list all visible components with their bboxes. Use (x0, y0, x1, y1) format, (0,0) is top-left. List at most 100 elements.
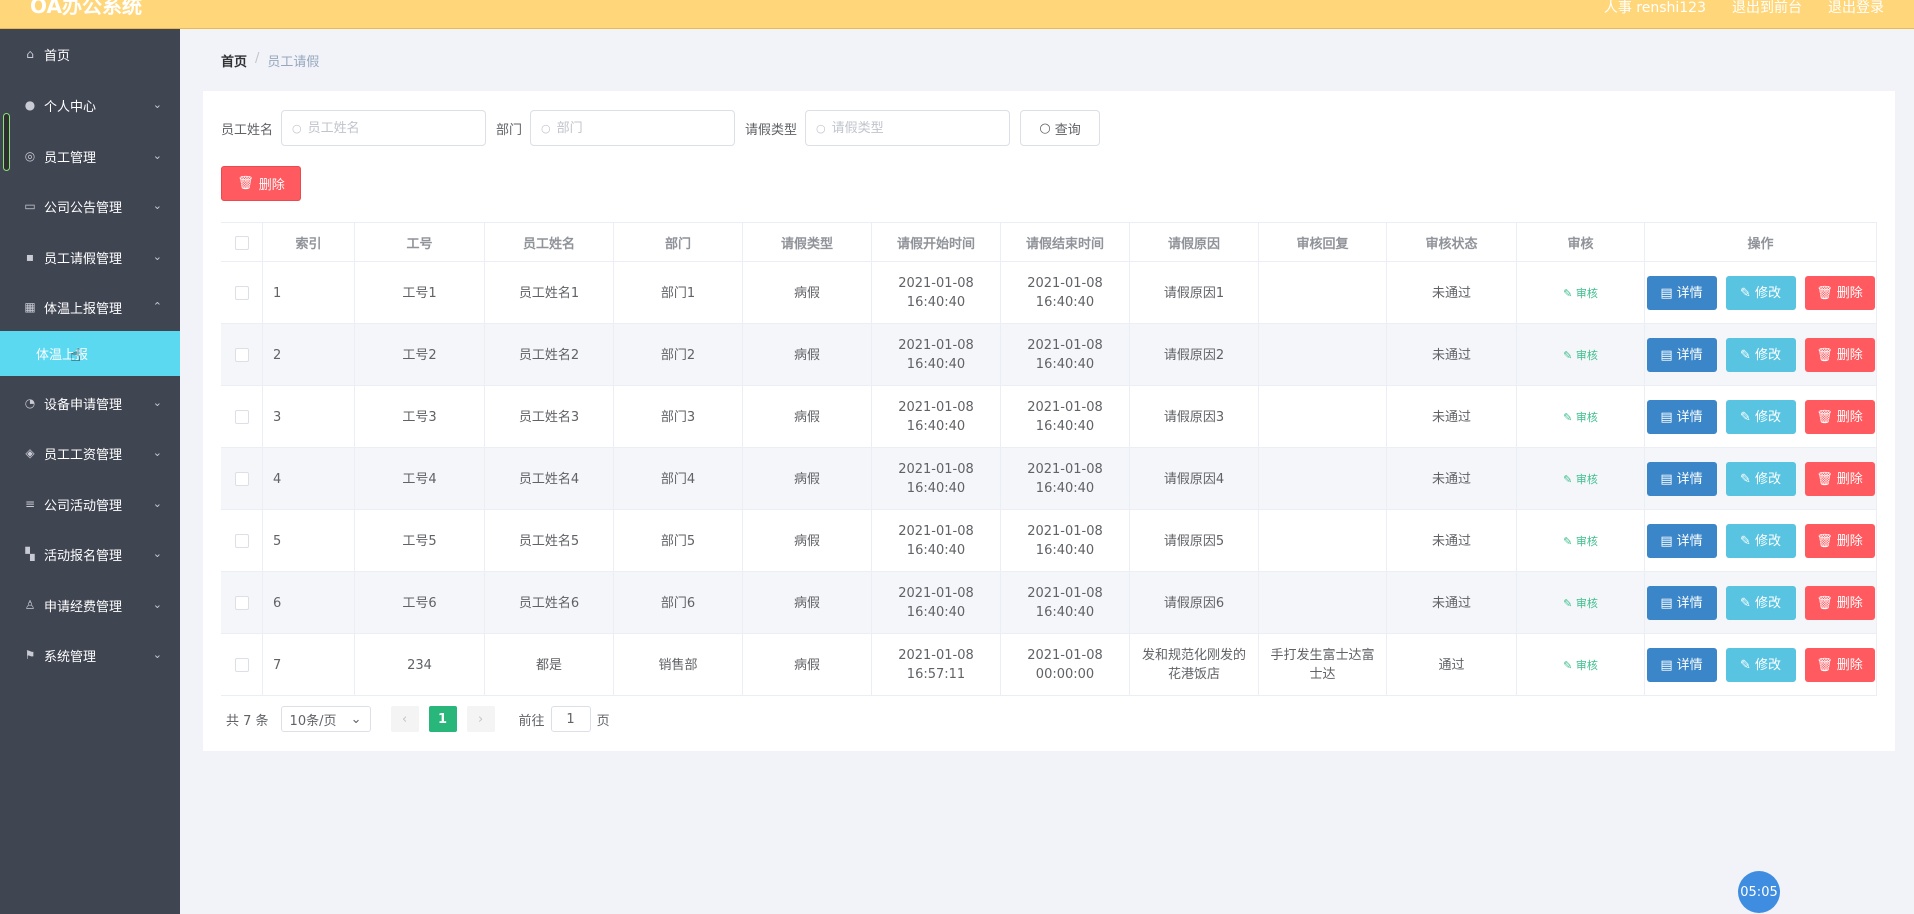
edit-button[interactable]: ✎ 修改 (1725, 338, 1796, 372)
audit-link[interactable]: ✎ 审核 (1563, 656, 1598, 675)
page-number-current[interactable]: 1 (428, 706, 457, 732)
floating-timer[interactable]: 05:05 (1738, 871, 1780, 913)
edit-button[interactable]: ✎ 修改 (1725, 524, 1796, 558)
audit-link[interactable]: ✎ 审核 (1563, 284, 1598, 303)
edit-button[interactable]: ✎ 修改 (1725, 462, 1796, 496)
sidebar-item-leave-mgmt[interactable]: ▪ 员工请假管理 ⌄ (0, 232, 180, 282)
detail-button[interactable]: ▤ 详情 (1646, 276, 1717, 310)
back-to-frontend-link[interactable]: 退出到前台 (1732, 0, 1802, 17)
audit-link[interactable]: ✎ 审核 (1563, 408, 1598, 427)
sidebar-item-system-mgmt[interactable]: ⚑ 系统管理 ⌄ (0, 630, 180, 680)
detail-button[interactable]: ▤ 详情 (1646, 524, 1717, 558)
cell-reply (1259, 448, 1387, 510)
edit-button[interactable]: ✎ 修改 (1725, 586, 1796, 620)
row-checkbox[interactable] (234, 410, 249, 424)
cell-id: 工号6 (355, 572, 485, 634)
sidebar-item-activity-mgmt[interactable]: ≡ 公司活动管理 ⌄ (0, 479, 180, 529)
next-page-button[interactable]: › (466, 706, 495, 732)
edit-label: 修改 (1754, 533, 1781, 549)
cell-name: 都是 (485, 634, 614, 696)
leave-type-label: 请假类型 (745, 122, 798, 138)
edit-button[interactable]: ✎ 修改 (1725, 648, 1796, 682)
column-header: 索引 (263, 223, 355, 262)
select-all-checkbox[interactable] (234, 235, 249, 250)
delete-button[interactable]: 🗑 删除 (1804, 338, 1875, 372)
prev-page-button[interactable]: ‹ (390, 706, 419, 732)
name-search-field[interactable]: ○ (281, 110, 487, 146)
column-header: 审核回复 (1259, 223, 1387, 262)
audit-link[interactable]: ✎ 审核 (1563, 346, 1598, 365)
delete-button[interactable]: 🗑 删除 (1804, 462, 1875, 496)
row-select-cell[interactable] (221, 634, 263, 696)
cell-id: 工号4 (355, 448, 485, 510)
leave-type-search-input[interactable] (831, 120, 992, 136)
row-checkbox[interactable] (234, 658, 249, 672)
detail-button[interactable]: ▤ 详情 (1646, 462, 1717, 496)
row-checkbox[interactable] (234, 286, 249, 300)
edit-button[interactable]: ✎ 修改 (1725, 400, 1796, 434)
row-checkbox[interactable] (234, 348, 249, 362)
header-select-all[interactable] (221, 223, 263, 262)
logout-link[interactable]: 退出登录 (1828, 0, 1884, 17)
cell-status: 未通过 (1387, 324, 1517, 386)
delete-button[interactable]: 🗑 删除 (1804, 276, 1875, 310)
detail-button[interactable]: ▤ 详情 (1646, 648, 1717, 682)
sidebar-item-home[interactable]: ⌂ 首页 (0, 29, 180, 79)
cell-name: 员工姓名2 (485, 324, 614, 386)
row-select-cell[interactable] (221, 572, 263, 634)
page-size-select[interactable]: 10条/页 ⌄ (280, 706, 371, 732)
chevron-down-icon: ⌄ (152, 149, 162, 162)
current-user: 人事 renshi123 (1603, 0, 1706, 16)
leave-type-search-field[interactable]: ○ (805, 110, 1011, 146)
detail-button[interactable]: ▤ 详情 (1646, 586, 1717, 620)
flag-icon: ⚑ (24, 648, 36, 662)
grid-icon: ▚ (25, 547, 35, 561)
sidebar-item-device-mgmt[interactable]: ◔ 设备申请管理 ⌄ (0, 378, 180, 428)
row-checkbox[interactable] (234, 534, 249, 548)
dept-search-input[interactable] (556, 120, 717, 136)
breadcrumb-home[interactable]: 首页 (221, 51, 247, 70)
delete-button[interactable]: 🗑 删除 (1804, 524, 1875, 558)
query-button[interactable]: ○ 查询 (1020, 110, 1101, 146)
detail-button[interactable]: ▤ 详情 (1646, 400, 1717, 434)
name-search-input[interactable] (307, 120, 468, 136)
audit-link[interactable]: ✎ 审核 (1563, 470, 1598, 489)
detail-label: 详情 (1676, 657, 1703, 673)
sidebar-item-temperature-mgmt[interactable]: ▦ 体温上报管理 ⌃ (0, 282, 180, 332)
row-select-cell[interactable] (221, 448, 263, 510)
delete-button[interactable]: 🗑 删除 (1804, 586, 1875, 620)
sidebar-item-salary-mgmt[interactable]: ◈ 员工工资管理 ⌄ (0, 428, 180, 478)
sidebar-subitem-temperature-report[interactable]: 体温上报 (0, 331, 180, 376)
actions-cell: ▤ 详情 ✎ 修改 🗑 删除 (1645, 324, 1877, 386)
sidebar-item-funding-mgmt[interactable]: ♙ 申请经费管理 ⌄ (0, 580, 180, 630)
trash-icon: 🗑 (1816, 409, 1833, 425)
audit-link[interactable]: ✎ 审核 (1563, 532, 1598, 551)
sidebar-item-notice-mgmt[interactable]: ▭ 公司公告管理 ⌄ (0, 181, 180, 231)
home-icon: ⌂ (26, 47, 34, 61)
sidebar-item-signup-mgmt[interactable]: ▚ 活动报名管理 ⌄ (0, 529, 180, 579)
edit-label: 修改 (1754, 595, 1781, 611)
cell-type: 病假 (743, 510, 872, 572)
detail-button[interactable]: ▤ 详情 (1646, 338, 1717, 372)
delete-button[interactable]: 🗑 删除 (1804, 400, 1875, 434)
audit-link[interactable]: ✎ 审核 (1563, 594, 1598, 613)
edit-button[interactable]: ✎ 修改 (1725, 276, 1796, 310)
row-select-cell[interactable] (221, 262, 263, 324)
row-select-cell[interactable] (221, 324, 263, 386)
cell-index: 3 (263, 386, 355, 448)
row-select-cell[interactable] (221, 386, 263, 448)
row-checkbox[interactable] (234, 472, 249, 486)
search-form: 员工姓名 ○ 部门 ○ 请假类型 ○ ○ 查询 (221, 110, 1101, 146)
bulk-delete-button[interactable]: 🗑 删除 (221, 166, 301, 201)
row-select-cell[interactable] (221, 510, 263, 572)
goto-page-input[interactable]: 1 (550, 706, 591, 732)
dept-search-field[interactable]: ○ (530, 110, 736, 146)
cell-dept: 部门1 (614, 262, 743, 324)
total-count: 共 7 条 (226, 713, 269, 729)
sidebar-item-personal-center[interactable]: ● 个人中心 ⌄ (0, 80, 180, 130)
delete-button[interactable]: 🗑 删除 (1804, 648, 1875, 682)
trash-icon: 🗑 (1816, 595, 1833, 611)
row-checkbox[interactable] (234, 596, 249, 610)
sidebar-item-employee-mgmt[interactable]: ◎ 员工管理 ⌄ (0, 131, 180, 181)
delete-label: 删除 (1836, 471, 1863, 487)
